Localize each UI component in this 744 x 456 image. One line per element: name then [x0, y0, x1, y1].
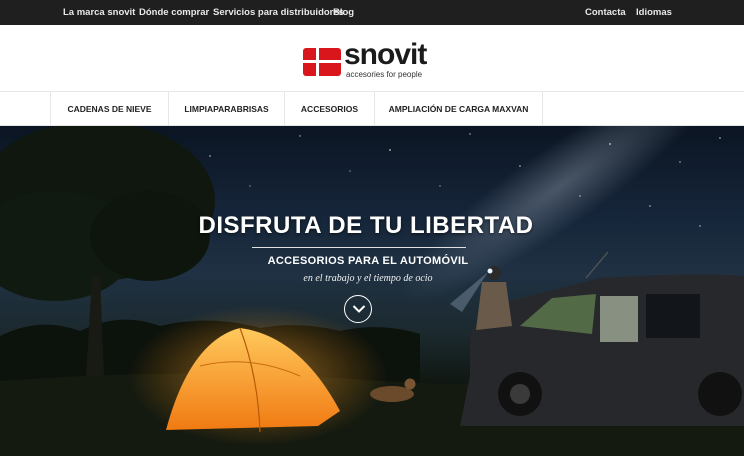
- hero-subtitle: ACCESORIOS PARA EL AUTOMÓVIL: [267, 255, 469, 267]
- link-blog[interactable]: Blog: [333, 7, 354, 18]
- nav-item-ampliacion-carga-maxvan[interactable]: AMPLIACIÓN DE CARGA MAXVAN: [374, 92, 543, 126]
- chevron-down-icon: [352, 305, 366, 313]
- nav-item-limpiaparabrisas[interactable]: LIMPIAPARABRISAS: [168, 92, 284, 126]
- top-utility-bar: La marca snovit Dónde comprar Servicios …: [0, 0, 744, 25]
- link-la-marca-snovit[interactable]: La marca snovit: [63, 7, 135, 18]
- scroll-down-button[interactable]: [344, 295, 372, 323]
- main-navigation: CADENAS DE NIEVE LIMPIAPARABRISAS ACCESO…: [0, 91, 744, 126]
- hero-tagline: en el trabajo y el tiempo de ocio: [303, 273, 433, 284]
- link-donde-comprar[interactable]: Dónde comprar: [139, 7, 209, 18]
- hero-title: DISFRUTA DE TU LIBERTAD: [198, 212, 534, 239]
- link-idiomas[interactable]: Idiomas: [636, 7, 672, 18]
- snovit-logo-mark[interactable]: [303, 48, 341, 76]
- link-servicios-distribuidores[interactable]: Servicios para distribuidores: [213, 7, 344, 18]
- hero-banner: DISFRUTA DE TU LIBERTAD ACCESORIOS PARA …: [0, 126, 744, 456]
- hero-divider: [252, 247, 466, 248]
- logo-header: snovit accesories for people: [0, 25, 744, 91]
- hero-night-camping-image: [0, 126, 744, 456]
- nav-item-cadenas-de-nieve[interactable]: CADENAS DE NIEVE: [50, 92, 168, 126]
- link-contacta[interactable]: Contacta: [585, 7, 626, 18]
- logo-wordmark[interactable]: snovit: [344, 40, 427, 70]
- nav-item-accesorios[interactable]: ACCESORIOS: [284, 92, 374, 126]
- logo-tagline: accesories for people: [346, 70, 423, 79]
